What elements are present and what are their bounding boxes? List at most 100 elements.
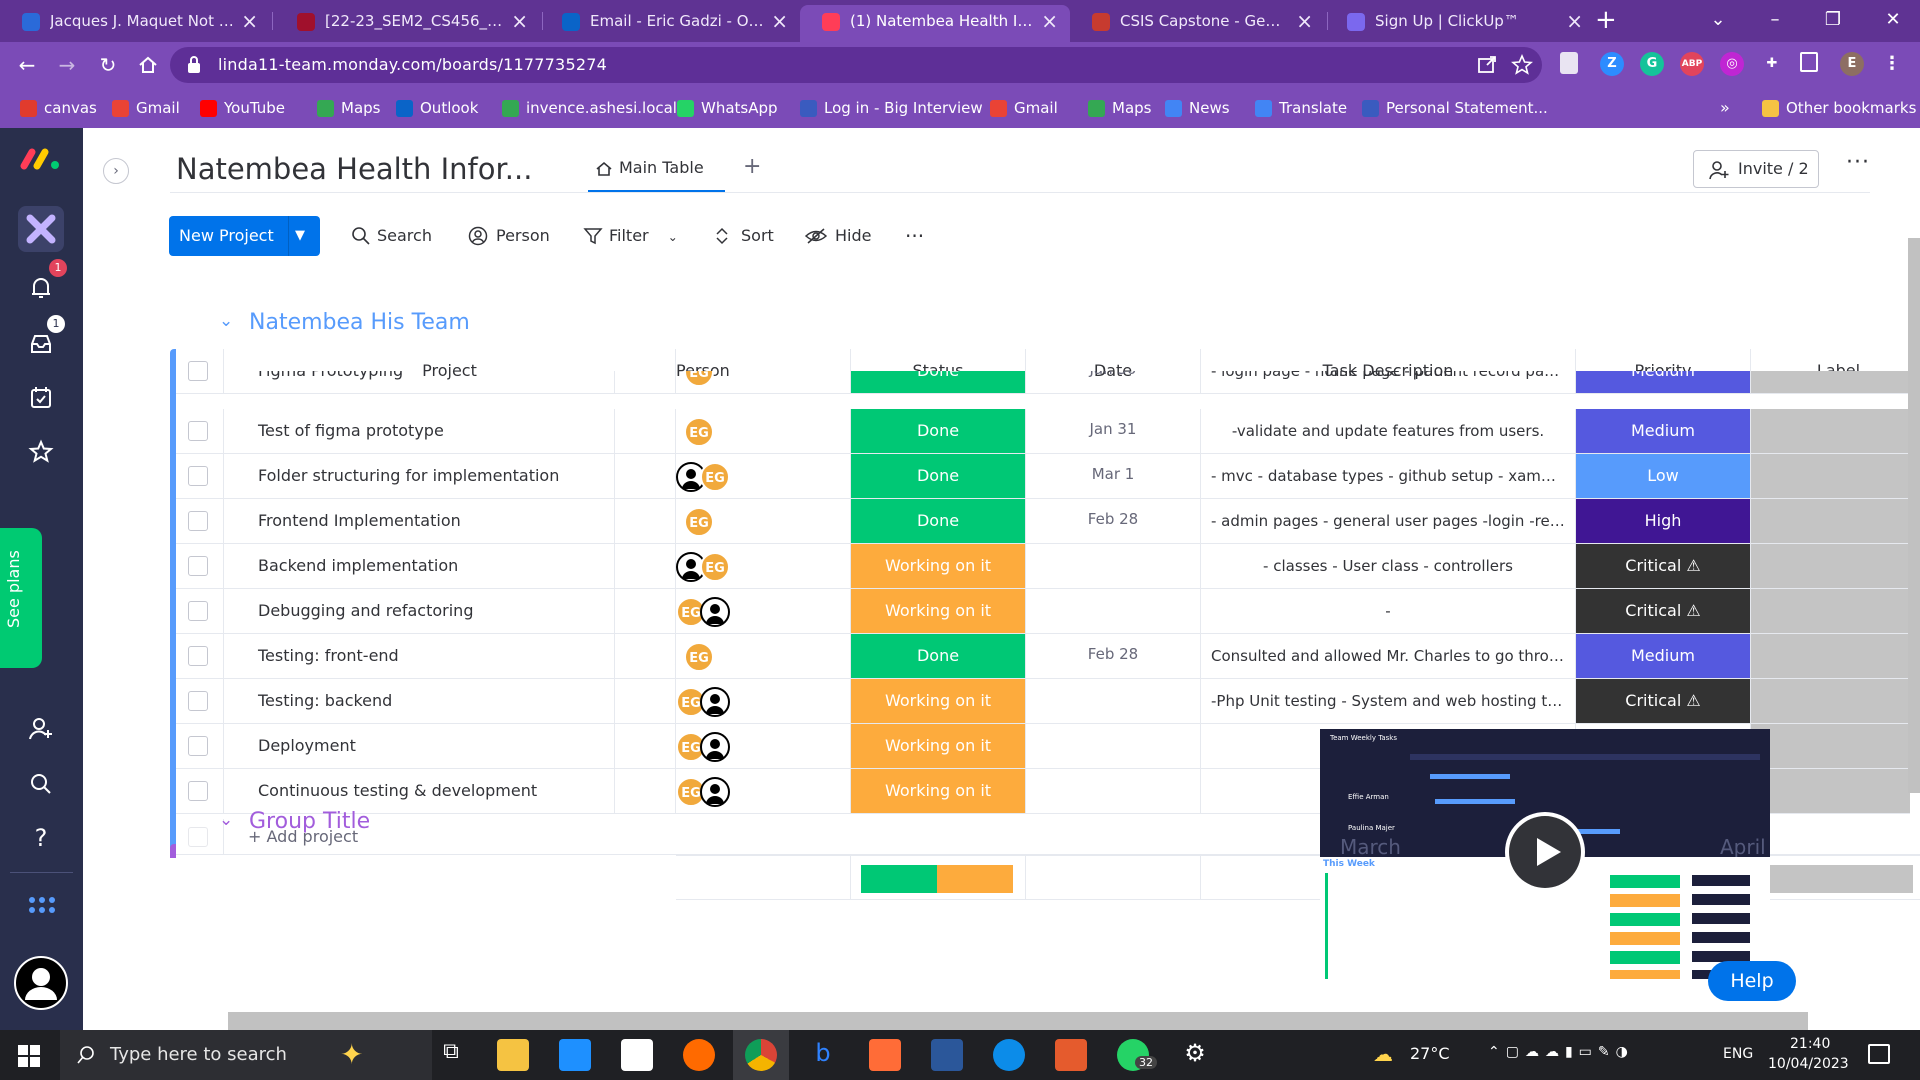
language-indicator[interactable]: ENG bbox=[1723, 1046, 1753, 1062]
notifications-bell-icon[interactable] bbox=[27, 274, 55, 302]
board-more-menu-icon[interactable]: ··· bbox=[1846, 150, 1870, 175]
table-row[interactable]: Testing: front-end EG Done Feb 28 Consulted … bbox=[170, 634, 1910, 679]
apps-grid-icon[interactable] bbox=[27, 894, 55, 922]
row-checkbox[interactable] bbox=[188, 781, 208, 801]
label-cell[interactable] bbox=[1751, 454, 1910, 499]
extension-icon[interactable]: ◎ bbox=[1720, 52, 1744, 76]
reload-button[interactable]: ↻ bbox=[93, 50, 123, 80]
app-icon[interactable] bbox=[1055, 1039, 1087, 1071]
project-name-cell[interactable]: Testing: front-end bbox=[224, 634, 676, 679]
minimize-button[interactable]: – bbox=[1752, 4, 1798, 36]
bookmark-item[interactable]: Maps bbox=[1088, 97, 1151, 119]
notifications-icon[interactable] bbox=[1868, 1044, 1890, 1064]
xampp-icon[interactable] bbox=[869, 1039, 901, 1071]
bookmark-item[interactable]: canvas bbox=[20, 97, 97, 119]
person-cell[interactable]: EG bbox=[676, 454, 851, 499]
chrome-icon[interactable] bbox=[745, 1039, 777, 1071]
bookmark-item[interactable]: Translate bbox=[1255, 97, 1347, 119]
person-cell[interactable]: EG bbox=[676, 634, 851, 679]
priority-cell[interactable]: Medium bbox=[1576, 409, 1751, 454]
browser-tab[interactable]: Jacques J. Maquet Not Foun × bbox=[0, 5, 270, 42]
date-cell[interactable]: Feb 28 bbox=[1026, 499, 1201, 544]
table-row[interactable]: Figma Prototyping EG DoneJan 30- login pag… bbox=[170, 371, 1910, 394]
person-cell[interactable]: EG bbox=[676, 544, 851, 589]
status-cell[interactable]: Done bbox=[851, 499, 1026, 544]
table-row[interactable]: Debugging and refactoring EG Working on it… bbox=[170, 589, 1910, 634]
date-cell[interactable] bbox=[1026, 589, 1201, 634]
row-checkbox[interactable] bbox=[188, 466, 208, 486]
project-name-cell[interactable]: Folder structuring for implementation bbox=[224, 454, 676, 499]
browser-menu-icon[interactable]: ⋮ bbox=[1880, 52, 1904, 76]
task-view-icon[interactable]: ⧉ bbox=[435, 1039, 467, 1071]
mail-icon[interactable] bbox=[559, 1039, 591, 1071]
priority-cell[interactable]: Low bbox=[1576, 454, 1751, 499]
bookmark-item[interactable]: News bbox=[1165, 97, 1230, 119]
person-photo-avatar[interactable] bbox=[700, 777, 730, 807]
profile-avatar[interactable]: E bbox=[1840, 52, 1864, 76]
browser-tab[interactable]: Sign Up | ClickUp™ × bbox=[1325, 5, 1595, 42]
browser-tab[interactable]: (1) Natembea Health Inform × bbox=[800, 5, 1070, 42]
status-cell[interactable]: Working on it bbox=[851, 589, 1026, 634]
person-initials-avatar[interactable]: EG bbox=[684, 371, 714, 387]
bookmark-star-icon[interactable] bbox=[1510, 53, 1534, 77]
status-cell[interactable]: Done bbox=[851, 454, 1026, 499]
file-explorer-icon[interactable] bbox=[497, 1039, 529, 1071]
person-initials-avatar[interactable]: EG bbox=[700, 462, 730, 492]
person-cell[interactable]: EG bbox=[676, 724, 851, 769]
firefox-icon[interactable] bbox=[683, 1039, 715, 1071]
browser-tab[interactable]: Email - Eric Gadzi - Outlook × bbox=[540, 5, 800, 42]
windows-start-icon[interactable] bbox=[18, 1045, 40, 1067]
table-row[interactable]: Backend implementation EG Working on it - c… bbox=[170, 544, 1910, 589]
status-cell[interactable]: Done bbox=[851, 634, 1026, 679]
date-cell[interactable]: Jan 31 bbox=[1026, 409, 1201, 454]
page-extension-icon[interactable] bbox=[1560, 52, 1578, 74]
project-name-cell[interactable]: Figma Prototyping bbox=[224, 371, 676, 394]
bookmark-item[interactable]: Gmail bbox=[112, 97, 180, 119]
search-icon[interactable] bbox=[27, 770, 55, 798]
table-row[interactable]: Testing: backend EG Working on it -Php Unit… bbox=[170, 679, 1910, 724]
tab-close-icon[interactable]: × bbox=[1041, 5, 1058, 37]
group-title[interactable]: ⌄ Natembea His Team bbox=[219, 310, 470, 335]
project-name-cell[interactable]: Test of figma prototype bbox=[224, 409, 676, 454]
status-cell[interactable]: Working on it bbox=[851, 769, 1026, 814]
bookmark-item[interactable]: Gmail bbox=[990, 97, 1058, 119]
adblock-extension-icon[interactable]: ABP bbox=[1680, 52, 1704, 76]
weather-icon[interactable]: ☁ bbox=[1373, 1042, 1393, 1066]
priority-cell[interactable]: Critical ⚠ bbox=[1576, 544, 1751, 589]
clock-date[interactable]: 10/04/2023 bbox=[1768, 1056, 1849, 1072]
tab-close-icon[interactable]: × bbox=[1296, 5, 1313, 37]
label-cell[interactable] bbox=[1751, 724, 1910, 769]
horizontal-scrollbar[interactable] bbox=[228, 1012, 1808, 1030]
filter-tool[interactable]: Filter ⌄ bbox=[583, 224, 678, 248]
favorites-star-icon[interactable] bbox=[27, 438, 55, 466]
status-cell[interactable]: Done bbox=[851, 409, 1026, 454]
user-avatar[interactable] bbox=[14, 956, 68, 1010]
label-cell[interactable] bbox=[1751, 589, 1910, 634]
bing-icon[interactable]: b bbox=[807, 1039, 839, 1071]
task-description-cell[interactable]: - mvc - database types - github setup - … bbox=[1201, 454, 1576, 499]
date-cell[interactable] bbox=[1026, 724, 1201, 769]
project-name-cell[interactable]: Continuous testing & development bbox=[224, 769, 676, 814]
person-filter-tool[interactable]: Person bbox=[468, 224, 550, 248]
project-name-cell[interactable]: Testing: backend bbox=[224, 679, 676, 724]
new-project-button[interactable]: New Project ▼ bbox=[169, 216, 320, 256]
invite-members-icon[interactable] bbox=[27, 715, 55, 743]
side-panel-icon[interactable] bbox=[1800, 52, 1818, 72]
group-title-2[interactable]: ⌄ Group Title bbox=[219, 809, 370, 834]
edge-icon[interactable] bbox=[993, 1039, 1025, 1071]
extensions-puzzle-icon[interactable]: ✚ bbox=[1760, 52, 1784, 76]
vertical-scrollbar[interactable] bbox=[1908, 238, 1920, 793]
task-description-cell[interactable]: -validate and update features from users… bbox=[1201, 409, 1576, 454]
address-bar[interactable]: linda11-team.monday.com/boards/117773527… bbox=[170, 47, 1542, 83]
row-checkbox[interactable] bbox=[188, 511, 208, 531]
priority-cell[interactable]: Medium bbox=[1576, 371, 1751, 394]
browser-tab[interactable]: [22-23_SEM2_CS456_A] - Al × bbox=[275, 5, 540, 42]
bookmark-item[interactable]: WhatsApp bbox=[677, 97, 778, 119]
bookmark-item[interactable]: Outlook bbox=[396, 97, 478, 119]
see-plans-button[interactable]: See plans bbox=[0, 528, 42, 668]
table-row[interactable]: Test of figma prototype EG Done Jan 31 -vali… bbox=[170, 409, 1910, 454]
group-2-collapse-chevron-icon[interactable]: ⌄ bbox=[219, 810, 233, 830]
group-collapse-chevron-icon[interactable]: ⌄ bbox=[219, 311, 233, 331]
bookmark-item[interactable]: invence.ashesi.local bbox=[502, 97, 677, 119]
row-checkbox[interactable] bbox=[188, 691, 208, 711]
